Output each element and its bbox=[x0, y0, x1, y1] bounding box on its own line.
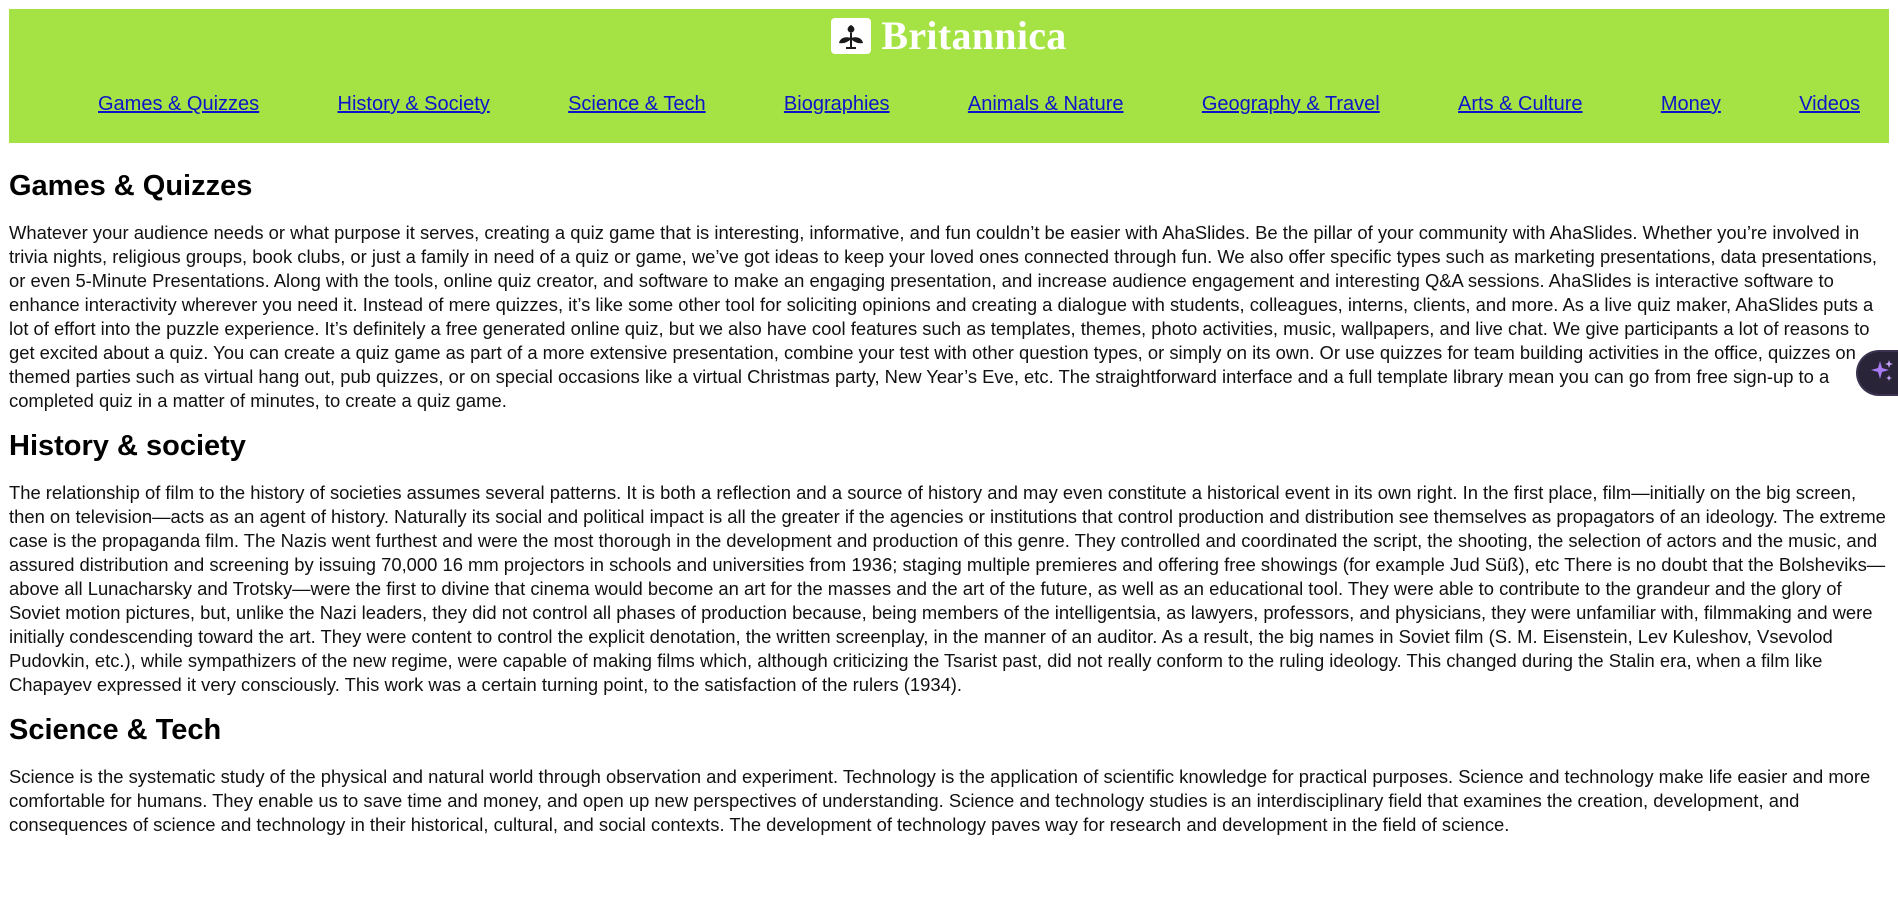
main-nav: Games & Quizzes History & Society Scienc… bbox=[98, 93, 1860, 116]
nav-videos[interactable]: Videos bbox=[1799, 93, 1860, 116]
section-title: Science & Tech bbox=[9, 714, 222, 746]
section-science-tech: Science & Tech Science is the systematic… bbox=[9, 713, 1889, 837]
nav-arts-culture[interactable]: Arts & Culture bbox=[1458, 93, 1582, 116]
nav-animals-nature[interactable]: Animals & Nature bbox=[968, 93, 1124, 116]
nav-science-tech[interactable]: Science & Tech bbox=[568, 93, 706, 116]
section-title: History & society bbox=[9, 430, 246, 462]
thistle-icon bbox=[831, 18, 872, 54]
sparkle-icon bbox=[1869, 358, 1895, 389]
main-content: Games & Quizzes Whatever your audience n… bbox=[9, 143, 1889, 837]
nav-history-society[interactable]: History & Society bbox=[338, 93, 490, 116]
nav-geography-travel[interactable]: Geography & Travel bbox=[1202, 93, 1380, 116]
nav-games-quizzes[interactable]: Games & Quizzes bbox=[98, 93, 259, 116]
section-title: Games & Quizzes bbox=[9, 170, 253, 202]
nav-money[interactable]: Money bbox=[1661, 93, 1721, 116]
brand-logo[interactable]: Britannica bbox=[9, 16, 1889, 56]
ai-assistant-button[interactable] bbox=[1858, 352, 1898, 394]
nav-biographies[interactable]: Biographies bbox=[784, 93, 890, 116]
brand-name: Britannica bbox=[881, 13, 1067, 58]
section-text: The relationship of film to the history … bbox=[9, 482, 1886, 695]
section-text: Science is the systematic study of the p… bbox=[9, 766, 1871, 835]
site-header: Britannica Games & Quizzes History & Soc… bbox=[9, 9, 1889, 143]
section-games-quizzes: Games & Quizzes Whatever your audience n… bbox=[9, 169, 1889, 413]
section-history-society: History & society The relationship of fi… bbox=[9, 429, 1889, 697]
section-text: Whatever your audience needs or what pur… bbox=[9, 222, 1878, 411]
